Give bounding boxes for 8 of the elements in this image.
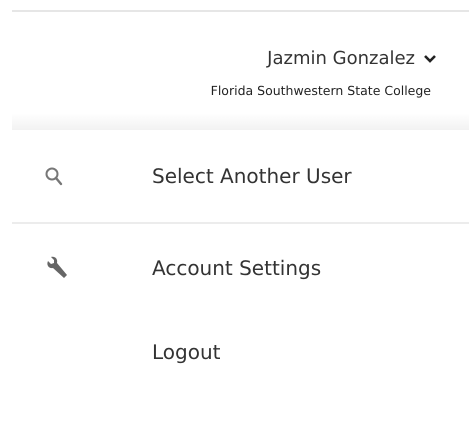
menu-item[interactable]: Select Another User <box>152 164 352 188</box>
chevron-down-icon[interactable] <box>423 54 437 64</box>
menu-item[interactable]: Logout <box>152 340 220 364</box>
user-name[interactable]: Jazmin Gonzalez <box>267 48 415 69</box>
search-icon <box>45 166 63 186</box>
organization-name: Florida Southwestern State College <box>210 83 431 98</box>
menu-item[interactable]: Account Settings <box>152 256 322 280</box>
wrench-icon <box>45 256 69 280</box>
